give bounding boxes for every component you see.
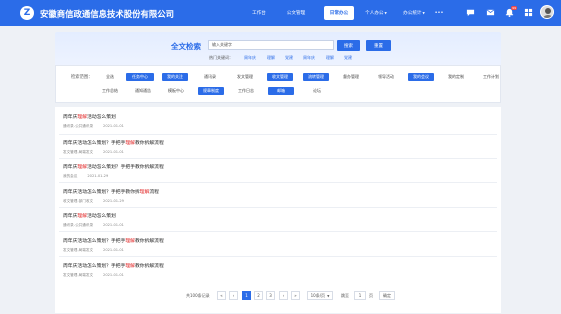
scope-option-mailbox[interactable]: 邮箱 [268, 87, 294, 95]
search-input[interactable] [208, 40, 334, 50]
scope-option-regulations[interactable]: 规章制度 [198, 87, 224, 95]
next-page-icon[interactable]: › [279, 291, 288, 300]
result-item[interactable]: 周年庆理解活动怎么策划 通讯录-公共通讯录 2021-01-01 [63, 113, 495, 129]
nav-personal-office[interactable]: 个人办公 ▼ [361, 0, 391, 26]
result-item[interactable]: 周年庆活动怎么策划？手把手教你拆理解流程 收文管理-部门收文 2021-01-29 [63, 188, 495, 204]
nav-personal-office-label: 个人办公 [365, 11, 384, 16]
nav-workbench[interactable]: 工作台 [246, 0, 272, 26]
first-page-icon[interactable]: « [217, 291, 226, 300]
page-button[interactable]: 1 [242, 291, 251, 300]
hot-keyword[interactable]: 理解 [326, 55, 334, 61]
divider [59, 134, 497, 135]
result-title[interactable]: 周年庆活动怎么策划？手把手理解教你拆解流程 [63, 237, 495, 244]
scope-option-work-log[interactable]: 工作日志 [233, 87, 259, 95]
scope-option-incoming-docs[interactable]: 收文管理 [267, 73, 293, 81]
nav-office-statistics-label: 办公统计 [403, 11, 422, 16]
hot-keywords-label: 热门关键词： [209, 55, 233, 60]
hot-keyword[interactable]: 理解 [267, 55, 275, 61]
hot-keyword[interactable]: 周年庆 [244, 55, 256, 61]
scope-option-circulation[interactable]: 流转管理 [303, 73, 329, 81]
scope-option-work-plan[interactable]: 工作计划 [478, 73, 504, 81]
search-results-list [55, 107, 501, 313]
result-title[interactable]: 周年庆活动怎么策划？手把手理解教你拆解流程 [63, 139, 495, 146]
result-item[interactable]: 周年庆活动怎么策划？手把手理解教你拆解流程 发文管理-局端发文 2021-01-0… [63, 262, 495, 278]
result-title[interactable]: 周年庆理解活动怎么策划 [63, 212, 495, 219]
chevron-down-icon: ▼ [422, 11, 425, 15]
result-item[interactable]: 周年庆理解活动怎么策划 通讯录-公共通讯录 2021-01-01 [63, 212, 495, 228]
grid-icon[interactable] [524, 8, 533, 17]
result-meta: 发文管理-局端发文 2021-01-01 [63, 248, 124, 252]
result-meta: 通讯录-公共通讯录 2021-01-01 [63, 124, 124, 128]
chevron-down-icon: ▼ [384, 11, 387, 15]
scope-option-my-custom[interactable]: 我的定制 [443, 73, 469, 81]
hot-keyword[interactable]: 党建 [285, 55, 293, 61]
result-meta: 我的会议 2021-01-29 [63, 174, 109, 178]
scope-option-work-summary[interactable]: 工作总结 [97, 87, 123, 95]
search-title: 全文检索 [171, 42, 201, 51]
divider [59, 207, 497, 208]
scope-option-leader-activity[interactable]: 领导活动 [373, 73, 399, 81]
scope-option-my-meetings[interactable]: 我的会议 [408, 73, 434, 81]
result-title[interactable]: 周年庆理解活动怎么策划 [63, 113, 495, 120]
divider [59, 158, 497, 159]
result-item[interactable]: 周年庆活动怎么策划？手把手理解教你拆解流程 发文管理-局端发文 2021-01-0… [63, 237, 495, 253]
scope-option-supervision[interactable]: 督办管理 [338, 73, 364, 81]
total-records: 共100条记录 [186, 292, 210, 298]
last-page-icon[interactable]: » [291, 291, 300, 300]
result-item[interactable]: 周年庆理解活动怎么策划？手把手教你拆解流程 我的会议 2021-01-29 [63, 163, 495, 179]
goto-label: 跳至 [341, 292, 349, 298]
result-meta: 发文管理-局端发文 2021-01-01 [63, 273, 124, 277]
result-item[interactable]: 周年庆活动怎么策划？手把手理解教你拆解流程 发文管理-局端发文 2021-01-0… [63, 139, 495, 155]
prev-page-icon[interactable]: ‹ [229, 291, 238, 300]
reset-button[interactable]: 重置 [366, 40, 391, 51]
scope-option-outgoing-docs[interactable]: 发文管理 [232, 73, 258, 81]
divider [59, 256, 497, 257]
scope-option-templates[interactable]: 模板中心 [163, 87, 189, 95]
result-meta: 发文管理-局端发文 2021-01-01 [63, 150, 124, 154]
page-size-select[interactable]: 10条/页 ▼ [307, 291, 333, 300]
chat-icon[interactable] [466, 8, 475, 17]
page-button[interactable]: 2 [254, 291, 263, 300]
nav-daily-office[interactable]: 日常办公 [324, 6, 354, 20]
chevron-down-icon: ▼ [327, 293, 330, 298]
result-meta: 收文管理-部门收文 2021-01-29 [63, 199, 124, 203]
scope-option-notices[interactable]: 通知通告 [130, 87, 156, 95]
user-avatar[interactable] [540, 5, 554, 19]
mail-icon[interactable] [486, 8, 495, 17]
scope-option-contacts[interactable]: 通讯录 [197, 73, 223, 81]
search-scope-panel [55, 65, 501, 103]
hot-keyword[interactable]: 党建 [344, 55, 352, 61]
hot-keyword[interactable]: 周年庆 [303, 55, 315, 61]
result-title[interactable]: 周年庆理解活动怎么策划？手把手教你拆解流程 [63, 163, 495, 170]
page-button[interactable]: 3 [266, 291, 275, 300]
divider [59, 182, 497, 183]
scope-option-my-follow[interactable]: 我的关注 [162, 73, 188, 81]
page-unit-label: 页 [369, 292, 373, 298]
nav-document-management[interactable]: 公文管理 [281, 0, 311, 26]
bell-icon[interactable]: 99 [505, 6, 517, 17]
scope-option-task-center[interactable]: 任务中心 [126, 73, 154, 81]
company-logo-icon: Z [20, 6, 34, 20]
nav-office-statistics[interactable]: 办公统计 ▼ [398, 0, 430, 26]
goto-page-input[interactable]: 1 [354, 291, 366, 300]
notification-badge: 99 [511, 6, 517, 10]
goto-confirm-button[interactable]: 确定 [379, 291, 395, 300]
result-meta: 通讯录-公共通讯录 2021-01-01 [63, 223, 124, 227]
company-name: 安徽商信政通信息技术股份有限公司 [40, 9, 174, 19]
search-button[interactable]: 搜索 [337, 40, 360, 51]
page-size-value: 10条/页 [310, 292, 326, 298]
search-scope-label: 检索范围： [71, 75, 93, 80]
nav-more[interactable]: ••• [432, 0, 446, 26]
result-title[interactable]: 周年庆活动怎么策划？手把手理解教你拆解流程 [63, 262, 495, 269]
result-title[interactable]: 周年庆活动怎么策划？手把手教你拆理解流程 [63, 188, 495, 195]
scope-option-forum[interactable]: 论坛 [304, 87, 330, 95]
nav-daily-office-label: 日常办公 [329, 11, 349, 16]
scope-option-all[interactable]: 全选 [100, 73, 120, 81]
divider [59, 231, 497, 232]
